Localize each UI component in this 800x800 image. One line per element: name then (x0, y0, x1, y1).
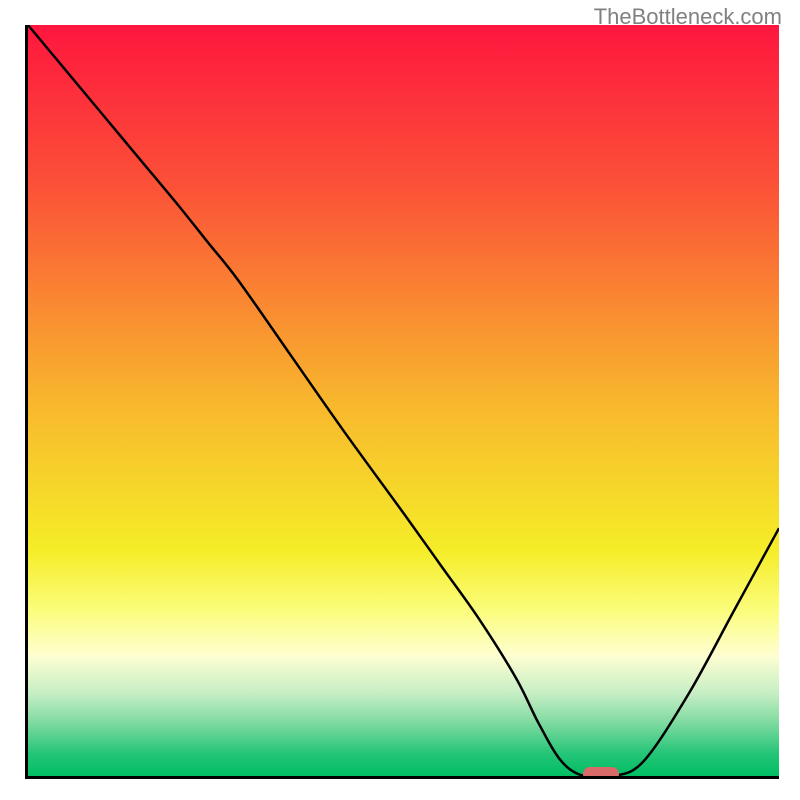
bottleneck-curve (28, 25, 779, 776)
optimal-marker (583, 767, 619, 779)
watermark-text: TheBottleneck.com (594, 4, 782, 30)
plot-area (25, 25, 779, 779)
